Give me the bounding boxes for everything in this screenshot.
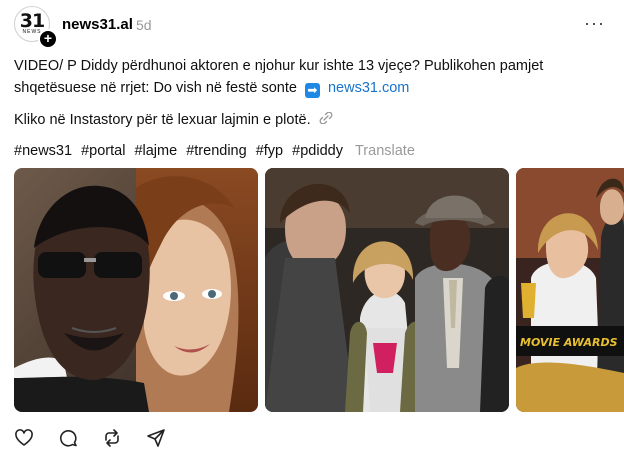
hashtag-portal[interactable]: #portal xyxy=(81,143,125,159)
repost-icon[interactable] xyxy=(102,428,122,448)
caption-line-3-text: Kliko në Instastory për të lexuar lajmin… xyxy=(14,112,311,128)
translate-link[interactable]: Translate xyxy=(355,143,415,159)
post-time[interactable]: 5d xyxy=(136,17,152,33)
group-photo-icon xyxy=(265,168,509,412)
post-image-3[interactable]: MOVIE AWARDS xyxy=(516,168,624,412)
caption-line-2-text: shqetësuese në rrjet: Do vish në festë s… xyxy=(14,80,297,96)
logo-number: 31 xyxy=(19,10,45,32)
caption-line-2: shqetësuese në rrjet: Do vish në festë s… xyxy=(14,80,409,98)
man-sunglasses-photo-icon xyxy=(14,168,258,412)
comment-icon[interactable] xyxy=(58,428,78,448)
caption-line-1: VIDEO/ P Diddy përdhunoi aktoren e njohu… xyxy=(14,58,544,74)
avatar[interactable]: 31 NEWS + xyxy=(14,6,58,49)
hashtag-pdiddy[interactable]: #pdiddy xyxy=(292,143,343,159)
website-link[interactable]: news31.com xyxy=(328,80,409,96)
post-image-2[interactable] xyxy=(265,168,509,412)
follow-plus-icon[interactable]: + xyxy=(38,29,58,49)
award-sign-text: MOVIE AWARDS xyxy=(520,336,618,349)
share-icon[interactable] xyxy=(146,428,166,448)
like-icon[interactable] xyxy=(14,428,34,448)
hashtag-lajme[interactable]: #lajme xyxy=(134,143,177,159)
arrow-right-icon: ➡ xyxy=(304,83,320,98)
hashtag-news31[interactable]: #news31 xyxy=(14,143,72,159)
post-image-1[interactable] xyxy=(14,168,258,412)
more-options-icon[interactable]: ··· xyxy=(584,13,605,34)
award-stage-photo-icon: MOVIE AWARDS xyxy=(516,168,624,412)
hashtag-trending[interactable]: #trending xyxy=(186,143,246,159)
link-icon xyxy=(319,111,333,127)
username[interactable]: news31.al xyxy=(62,16,133,33)
hashtags-row: #news31 #portal #lajme #trending #fyp #p… xyxy=(14,143,415,159)
caption-line-3: Kliko në Instastory për të lexuar lajmin… xyxy=(14,111,333,128)
hashtag-fyp[interactable]: #fyp xyxy=(256,143,283,159)
